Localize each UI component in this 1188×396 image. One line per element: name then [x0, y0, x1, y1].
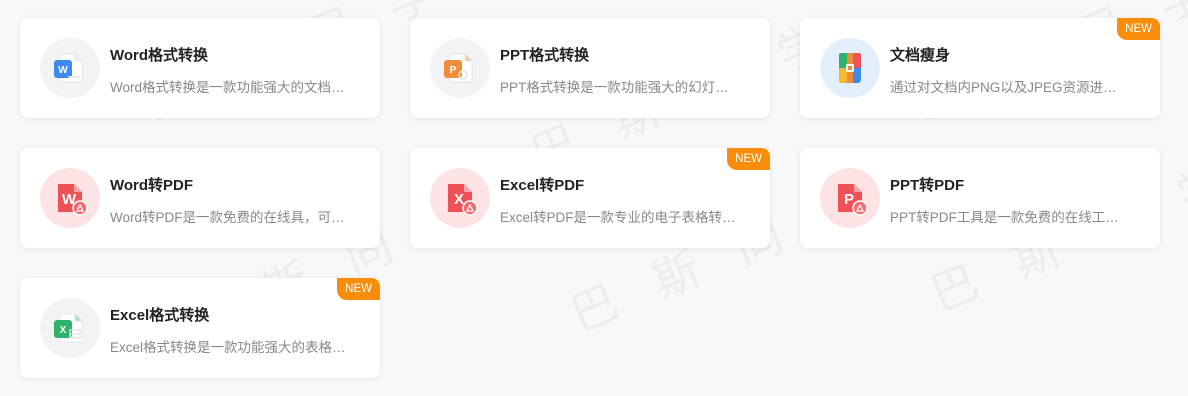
- card-description: Excel转PDF是一款专业的电子表格转换工具: [500, 210, 740, 225]
- card-title: Word格式转换: [110, 47, 209, 64]
- card-title: 文档瘦身: [890, 47, 951, 64]
- excel-to-pdf-icon: X: [430, 168, 490, 228]
- ppt-doc-icon: P: [430, 38, 490, 98]
- svg-text:X: X: [454, 191, 464, 208]
- svg-text:X: X: [60, 325, 67, 336]
- card-title: PPT转PDF: [890, 177, 965, 194]
- svg-text:P: P: [450, 65, 457, 76]
- tool-card-ppt-to-pdf[interactable]: P PPT转PDF PPT转PDF工具是一款免费的在线工具，可以快速转换: [800, 148, 1160, 248]
- file-compress-icon: [820, 38, 880, 98]
- card-description: Word转PDF是一款免费的在线具，可以快速转换: [110, 210, 350, 225]
- card-title: PPT格式转换: [500, 47, 590, 64]
- card-description: PPT转PDF工具是一款免费的在线工具，可以快速转换: [890, 210, 1130, 225]
- new-badge: NEW: [727, 148, 770, 170]
- svg-text:W: W: [58, 65, 68, 76]
- tool-card-word-convert[interactable]: W Word格式转换 Word格式转换是一款功能强大的文档格式转换工具: [20, 18, 380, 118]
- card-description: Excel格式转换是一款功能强大的表格格式转换工具: [110, 340, 350, 355]
- tool-card-word-to-pdf[interactable]: W Word转PDF Word转PDF是一款免费的在线具，可以快速转换: [20, 148, 380, 248]
- card-title: Excel格式转换: [110, 307, 210, 324]
- tool-card-ppt-convert[interactable]: P PPT格式转换 PPT格式转换是一款功能强大的幻灯片格式转换工具: [410, 18, 770, 118]
- new-badge: NEW: [337, 278, 380, 300]
- svg-text:P: P: [844, 191, 854, 208]
- tool-card-excel-to-pdf[interactable]: X Excel转PDF Excel转PDF是一款专业的电子表格转换工具 NEW: [410, 148, 770, 248]
- word-to-pdf-icon: W: [40, 168, 100, 228]
- ppt-to-pdf-icon: P: [820, 168, 880, 228]
- tool-card-doc-slim[interactable]: 文档瘦身 通过对文档内PNG以及JPEG资源进行压缩，减小文档体积 NEW: [800, 18, 1160, 118]
- word-doc-icon: W: [40, 38, 100, 98]
- tool-card-excel-convert[interactable]: X Excel格式转换 Excel格式转换是一款功能强大的表格格式转换工具 NE…: [20, 278, 380, 378]
- card-description: 通过对文档内PNG以及JPEG资源进行压缩，减小文档体积: [890, 80, 1130, 95]
- tool-grid: W Word格式转换 Word格式转换是一款功能强大的文档格式转换工具 P PP…: [0, 0, 1188, 396]
- card-title: Excel转PDF: [500, 177, 585, 194]
- card-title: Word转PDF: [110, 177, 194, 194]
- card-description: Word格式转换是一款功能强大的文档格式转换工具: [110, 80, 350, 95]
- new-badge: NEW: [1117, 18, 1160, 40]
- card-description: PPT格式转换是一款功能强大的幻灯片格式转换工具: [500, 80, 740, 95]
- excel-doc-icon: X: [40, 298, 100, 358]
